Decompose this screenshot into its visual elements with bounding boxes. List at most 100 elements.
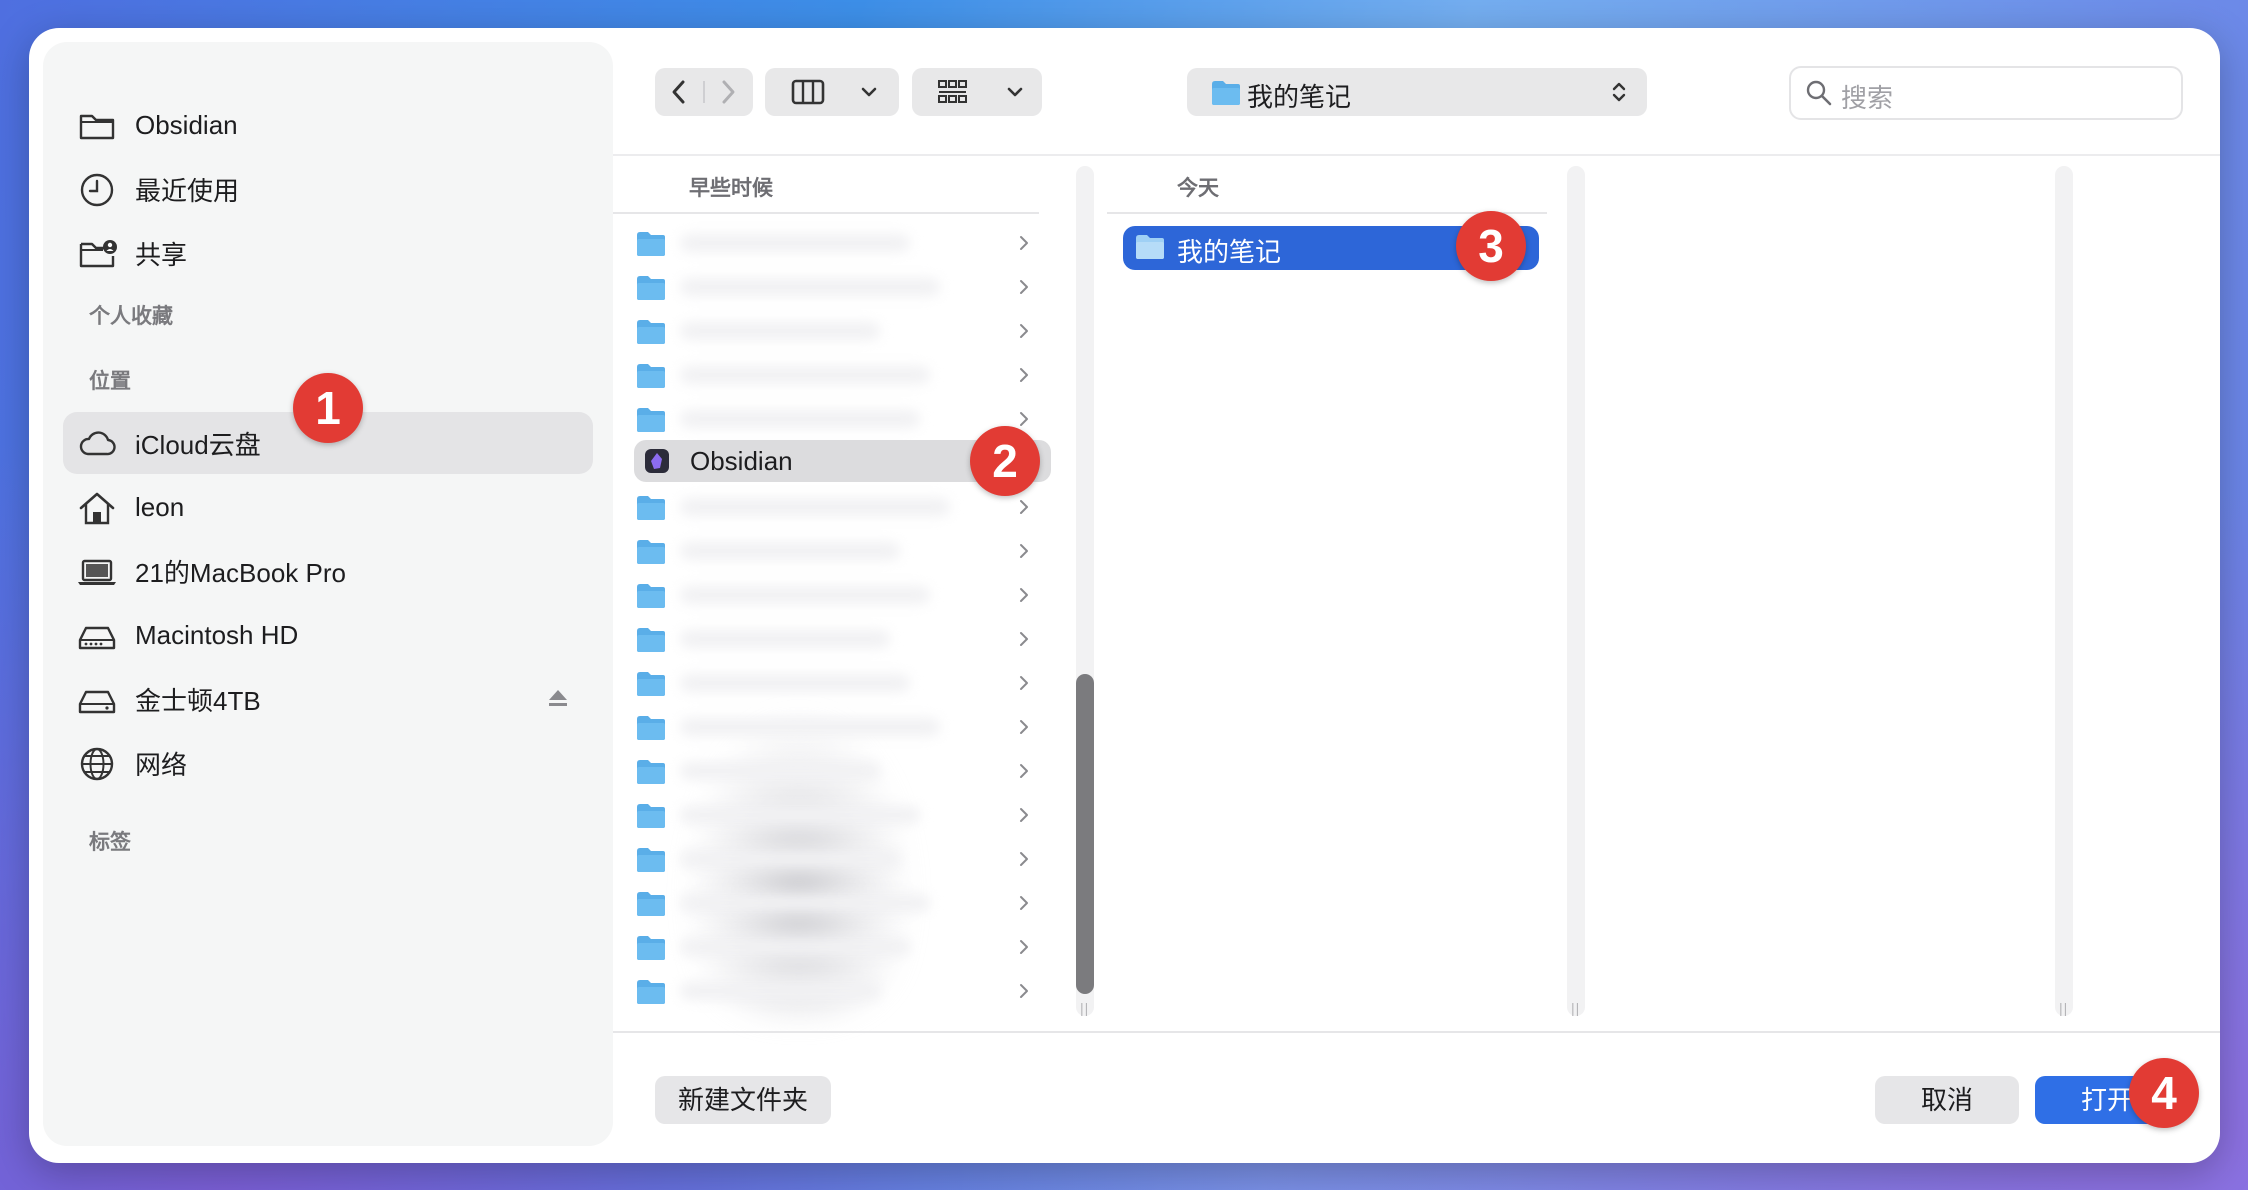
list-item[interactable] — [624, 530, 1054, 572]
chevron-right-icon — [1020, 852, 1028, 866]
shared-folder-icon — [79, 240, 117, 268]
folder-icon — [1136, 235, 1164, 259]
list-item[interactable] — [624, 882, 1054, 924]
column-resize-handle[interactable]: || — [1080, 1000, 1089, 1016]
blurred-name — [680, 718, 940, 736]
folder-icon — [637, 232, 665, 256]
chevron-right-icon — [1020, 412, 1028, 426]
path-selector[interactable]: 我的笔记 — [1187, 68, 1647, 116]
list-item[interactable] — [624, 750, 1054, 792]
blurred-name — [680, 542, 900, 560]
chevron-down-icon — [861, 87, 877, 97]
blurred-name — [680, 938, 910, 956]
blurred-name — [680, 630, 890, 648]
chevron-right-icon — [1020, 324, 1028, 338]
sidebar-item-home[interactable]: leon — [63, 476, 593, 538]
folder-icon — [637, 980, 665, 1004]
list-item[interactable] — [624, 618, 1054, 660]
blurred-name — [680, 806, 920, 824]
sidebar-item-label: 网络 — [135, 749, 188, 780]
list-item[interactable] — [624, 354, 1054, 396]
sidebar-item-recents[interactable]: 最近使用 — [63, 158, 593, 220]
step-badge-4: 4 — [2129, 1058, 2199, 1128]
columns-icon — [791, 79, 825, 105]
chevron-right-icon — [1020, 500, 1028, 514]
search-placeholder: 搜索 — [1841, 83, 1894, 113]
folder-icon — [637, 936, 665, 960]
scrollbar-thumb[interactable] — [1076, 674, 1094, 994]
folder-icon — [637, 320, 665, 344]
list-item[interactable] — [624, 222, 1054, 264]
list-item[interactable] — [624, 838, 1054, 880]
column-3-scrollbar[interactable] — [2055, 166, 2073, 1016]
chevron-right-icon — [1020, 588, 1028, 602]
folder-icon — [637, 276, 665, 300]
chevron-right-icon — [1020, 368, 1028, 382]
sidebar-item-kingston[interactable]: 金士顿4TB — [63, 668, 593, 730]
eject-icon[interactable] — [547, 688, 569, 708]
column-view-button[interactable] — [765, 68, 899, 116]
search-input[interactable]: 搜索 — [1789, 66, 2183, 120]
column-2-scrollbar[interactable] — [1567, 166, 1585, 1016]
globe-icon — [80, 747, 114, 781]
path-selector-label: 我的笔记 — [1247, 82, 1352, 112]
column-1-scrollbar[interactable] — [1076, 166, 1094, 1016]
blurred-name — [680, 322, 880, 340]
new-folder-button[interactable]: 新建文件夹 — [655, 1076, 831, 1124]
cancel-button[interactable]: 取消 — [1875, 1076, 2019, 1124]
tags-section-header: 标签 — [89, 831, 131, 854]
blurred-name — [680, 410, 920, 428]
chevron-right-icon — [1020, 544, 1028, 558]
column-1-header: 早些时候 — [689, 177, 773, 200]
chevron-right-icon — [1020, 632, 1028, 646]
sidebar-item-shared[interactable]: 共享 — [63, 222, 593, 284]
chevron-right-icon — [1020, 808, 1028, 822]
obsidian-app-icon — [645, 449, 669, 473]
folder-icon — [637, 496, 665, 520]
chevron-right-icon — [1020, 984, 1028, 998]
list-item[interactable] — [624, 794, 1054, 836]
back-button[interactable] — [672, 80, 685, 104]
sidebar-item-macintosh-hd[interactable]: Macintosh HD — [63, 604, 593, 666]
list-item[interactable] — [624, 926, 1054, 968]
sidebar-item-obsidian[interactable]: Obsidian — [63, 94, 593, 156]
folder-icon — [637, 848, 665, 872]
sidebar-item-label: 共享 — [135, 239, 188, 270]
updown-chevron-icon — [1612, 82, 1626, 102]
cloud-icon — [79, 431, 116, 456]
list-item[interactable] — [624, 706, 1054, 748]
column-1-header-divider — [613, 212, 1039, 214]
folder-icon — [637, 540, 665, 564]
blurred-name — [680, 850, 900, 868]
folder-icon — [79, 114, 115, 140]
blurred-name — [680, 762, 880, 780]
toolbar-divider — [613, 154, 2220, 156]
list-item[interactable] — [624, 310, 1054, 352]
sidebar-item-network[interactable]: 网络 — [63, 732, 593, 794]
back-forward-control — [655, 68, 753, 116]
forward-button[interactable] — [722, 80, 735, 104]
open-file-dialog: Obsidian 最近使用 共享 个人收藏 位置 iCloud云盘 leon 2… — [29, 28, 2220, 1163]
list-item[interactable] — [624, 662, 1054, 704]
chevron-right-icon — [1020, 896, 1028, 910]
disk-icon — [78, 626, 116, 650]
folder-icon — [637, 804, 665, 828]
folder-icon — [637, 408, 665, 432]
search-icon — [1806, 80, 1832, 106]
chevron-down-icon — [1007, 87, 1023, 97]
column-resize-handle[interactable]: || — [2059, 1000, 2068, 1016]
folder-icon — [637, 892, 665, 916]
list-item[interactable] — [624, 970, 1054, 1012]
list-item[interactable] — [624, 266, 1054, 308]
sidebar-item-label: 最近使用 — [135, 175, 240, 206]
sidebar-item-macbook[interactable]: 21的MacBook Pro — [63, 540, 593, 602]
sidebar-item-label: Obsidian — [135, 109, 238, 140]
column-resize-handle[interactable]: || — [1571, 1000, 1580, 1016]
step-badge-3: 3 — [1456, 211, 1526, 281]
grid-icon — [938, 80, 967, 103]
blurred-name — [680, 982, 880, 1000]
group-view-button[interactable] — [912, 68, 1042, 116]
column-2-header: 今天 — [1177, 177, 1219, 200]
list-item[interactable] — [624, 574, 1054, 616]
folder-icon — [637, 716, 665, 740]
